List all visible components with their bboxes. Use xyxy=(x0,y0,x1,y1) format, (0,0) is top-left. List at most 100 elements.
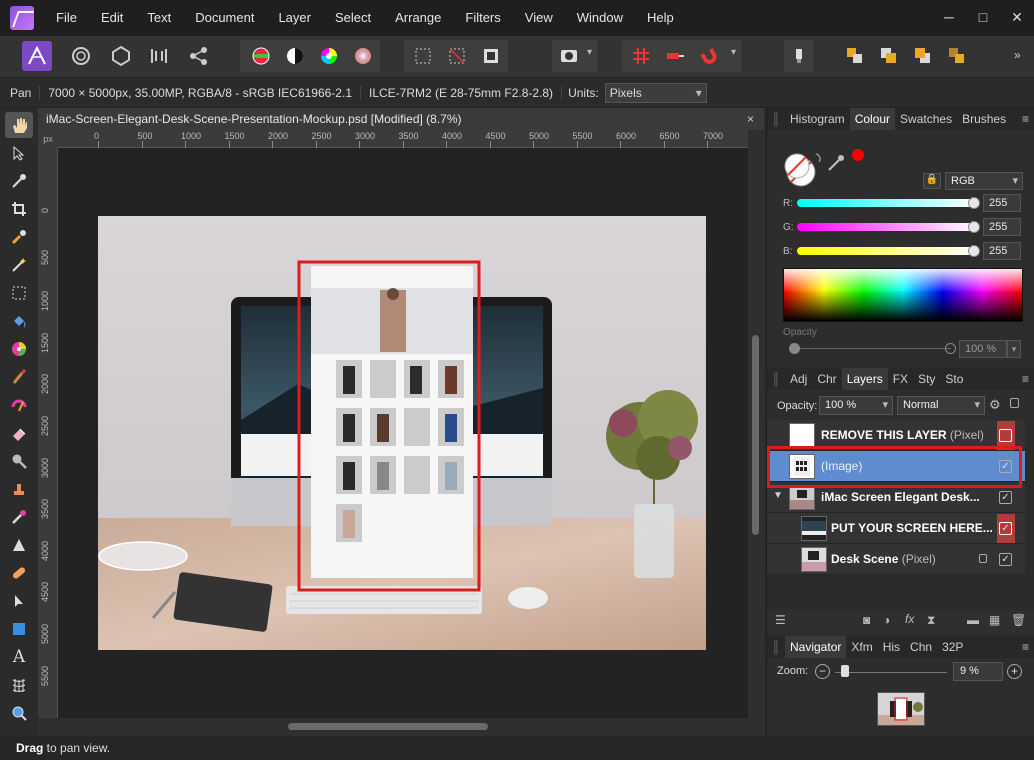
tab-brushes[interactable]: Brushes xyxy=(957,108,1011,130)
magic-wand-icon[interactable] xyxy=(5,252,33,278)
zoom-slider-knob[interactable] xyxy=(841,665,849,677)
deselect-button[interactable] xyxy=(442,41,472,71)
menu-window[interactable]: Window xyxy=(565,0,635,36)
panel-grip-icon[interactable]: ║ xyxy=(767,640,785,654)
canvas-area[interactable] xyxy=(58,148,748,718)
levels-button[interactable] xyxy=(246,41,276,71)
tab-layers[interactable]: Layers xyxy=(841,368,888,390)
folder-icon[interactable]: ▬ xyxy=(967,613,979,627)
move-tool-icon[interactable] xyxy=(5,140,33,166)
lock-icon[interactable]: 🔒 xyxy=(923,173,941,189)
white-balance-button[interactable] xyxy=(348,41,378,71)
green-slider[interactable] xyxy=(797,223,977,231)
tab-adjustments[interactable]: Adj xyxy=(785,368,812,390)
panel-menu-icon[interactable]: ≡ xyxy=(1022,112,1029,126)
eraser-icon[interactable] xyxy=(5,420,33,446)
black-white-button[interactable] xyxy=(280,41,310,71)
tab-fx[interactable]: FX xyxy=(888,368,913,390)
zoom-tool-icon[interactable] xyxy=(5,700,33,726)
red-slider-knob[interactable] xyxy=(968,197,980,209)
blend-mode-dropdown[interactable]: Normal ▾ xyxy=(897,396,985,415)
tab-32p[interactable]: 32P xyxy=(937,636,968,658)
mask-icon[interactable]: ◙ xyxy=(863,613,870,627)
layers-stack-icon[interactable]: ☰ xyxy=(775,613,786,627)
arrange-back-button[interactable] xyxy=(840,41,870,71)
red-value[interactable]: 255 xyxy=(983,194,1021,212)
menu-arrange[interactable]: Arrange xyxy=(383,0,453,36)
color-picker-icon[interactable] xyxy=(5,168,33,194)
units-dropdown[interactable]: Pixels xyxy=(604,82,707,103)
panel-menu-icon[interactable]: ≡ xyxy=(1022,640,1029,654)
hourglass-icon[interactable]: ⧗ xyxy=(927,613,935,628)
crop-tool-icon[interactable] xyxy=(5,196,33,222)
tab-styles[interactable]: Sty xyxy=(913,368,940,390)
clone-stamp-icon[interactable] xyxy=(5,476,33,502)
blue-value[interactable]: 255 xyxy=(983,242,1021,260)
tab-history[interactable]: His xyxy=(878,636,905,658)
opacity-slider[interactable] xyxy=(791,348,951,349)
pen-tool-icon[interactable] xyxy=(5,588,33,614)
green-value[interactable]: 255 xyxy=(983,218,1021,236)
menu-document[interactable]: Document xyxy=(183,0,266,36)
colour-model-dropdown[interactable]: RGB ▾ xyxy=(945,172,1023,190)
scroll-thumb[interactable] xyxy=(288,723,488,730)
overflow-chevron-icon[interactable]: » xyxy=(1014,48,1021,62)
menu-edit[interactable]: Edit xyxy=(89,0,135,36)
layer-opacity-dropdown[interactable]: 100 % ▾ xyxy=(819,396,893,415)
selection-brush-icon[interactable] xyxy=(5,224,33,250)
chevron-down-icon[interactable]: ▾ xyxy=(587,47,592,58)
zoom-slider[interactable] xyxy=(835,672,947,673)
red-slider[interactable] xyxy=(797,199,977,207)
text-tool-icon[interactable]: A xyxy=(5,644,33,670)
trash-icon[interactable]: 🗑 xyxy=(1011,613,1026,627)
tab-navigator[interactable]: Navigator xyxy=(785,636,847,658)
marquee-tool-icon[interactable] xyxy=(5,280,33,306)
grid-icon[interactable]: ▦ xyxy=(989,613,1000,627)
assistant-button[interactable] xyxy=(660,41,690,71)
arrange-front-button[interactable] xyxy=(942,41,972,71)
shape-tool-icon[interactable] xyxy=(5,616,33,642)
layer-visibility-checkbox[interactable]: ✓ xyxy=(999,491,1012,504)
menu-view[interactable]: View xyxy=(513,0,565,36)
grid-button[interactable] xyxy=(626,41,656,71)
photo-persona-button[interactable] xyxy=(22,41,52,71)
menu-text[interactable]: Text xyxy=(135,0,183,36)
menu-select[interactable]: Select xyxy=(323,0,383,36)
tab-colour[interactable]: Colour xyxy=(849,108,896,130)
zoom-in-icon[interactable]: + xyxy=(1007,664,1022,679)
zoom-value[interactable]: 9 % xyxy=(953,662,1003,681)
layer-visibility-checkbox[interactable] xyxy=(999,429,1012,442)
color-replacement-icon[interactable] xyxy=(5,392,33,418)
menu-layer[interactable]: Layer xyxy=(266,0,323,36)
menu-file[interactable]: File xyxy=(44,0,89,36)
menu-filters[interactable]: Filters xyxy=(453,0,512,36)
arrange-backward-button[interactable] xyxy=(874,41,904,71)
tab-transform[interactable]: Xfm xyxy=(846,636,877,658)
brush-stroke-button[interactable] xyxy=(784,41,814,71)
arrange-forward-button[interactable] xyxy=(908,41,938,71)
flood-fill-icon[interactable] xyxy=(5,308,33,334)
chevron-down-icon[interactable]: ▾ xyxy=(731,47,736,58)
gradient-tool-icon[interactable] xyxy=(5,336,33,362)
scroll-thumb[interactable] xyxy=(752,335,759,535)
close-document-icon[interactable]: × xyxy=(747,108,754,130)
zoom-out-icon[interactable]: − xyxy=(815,664,830,679)
expand-triangle-icon[interactable]: ▼ xyxy=(773,490,783,501)
invert-selection-button[interactable] xyxy=(476,41,506,71)
export-persona-button[interactable] xyxy=(184,41,214,71)
tone-mapping-persona-button[interactable] xyxy=(144,41,174,71)
select-all-button[interactable] xyxy=(408,41,438,71)
smudge-tool-icon[interactable] xyxy=(5,504,33,530)
menu-help[interactable]: Help xyxy=(635,0,686,36)
hsl-button[interactable] xyxy=(314,41,344,71)
blue-slider[interactable] xyxy=(797,247,977,255)
tab-stock[interactable]: Sto xyxy=(940,368,968,390)
mesh-warp-icon[interactable] xyxy=(5,672,33,698)
navigator-preview[interactable] xyxy=(877,692,925,726)
blue-slider-knob[interactable] xyxy=(968,245,980,257)
opacity-knob[interactable] xyxy=(945,343,956,354)
develop-persona-button[interactable] xyxy=(106,41,136,71)
green-slider-knob[interactable] xyxy=(968,221,980,233)
close-window-button[interactable]: ✕ xyxy=(1000,0,1034,36)
vertical-scrollbar[interactable] xyxy=(748,130,764,736)
